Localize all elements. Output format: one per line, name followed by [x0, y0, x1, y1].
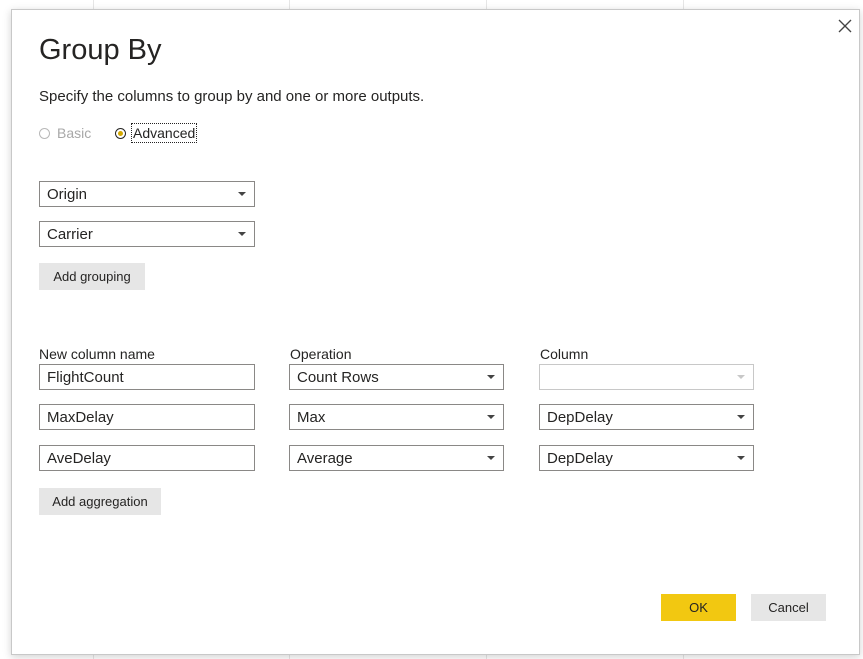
chevron-down-icon: [238, 192, 246, 196]
cancel-button[interactable]: Cancel: [751, 594, 826, 621]
basic-radio[interactable]: Basic: [39, 123, 91, 143]
chevron-down-icon: [487, 415, 495, 419]
column-select-value: DepDelay: [547, 449, 613, 467]
column-select[interactable]: DepDelay: [539, 445, 754, 471]
add-aggregation-button[interactable]: Add aggregation: [39, 488, 161, 515]
operation-select-value: Average: [297, 449, 353, 467]
grouping-select-value: Origin: [47, 185, 88, 203]
basic-radio-label: Basic: [57, 125, 92, 141]
operation-select[interactable]: Average: [289, 445, 504, 471]
chevron-down-icon: [238, 232, 246, 236]
new-column-name-input[interactable]: FlightCount: [39, 364, 255, 390]
radio-unchecked-icon: [39, 127, 50, 139]
radio-checked-icon: [115, 127, 126, 139]
header-operation: Operation: [290, 346, 352, 362]
new-column-name-input[interactable]: MaxDelay: [39, 404, 255, 430]
ok-button[interactable]: OK: [661, 594, 736, 621]
chevron-down-icon: [737, 456, 745, 460]
column-select[interactable]: DepDelay: [539, 404, 754, 430]
operation-select-value: Max: [297, 408, 326, 426]
advanced-radio[interactable]: Advanced: [115, 123, 198, 143]
column-select: [539, 364, 754, 390]
close-button[interactable]: [834, 15, 856, 37]
header-column: Column: [540, 346, 589, 362]
group-by-dialog: Group By Specify the columns to group by…: [11, 9, 860, 655]
dialog-subtitle: Specify the columns to group by and one …: [39, 88, 425, 105]
grouping-select-carrier[interactable]: Carrier: [39, 221, 255, 247]
column-select-value: DepDelay: [547, 408, 613, 426]
header-new-column-name: New column name: [39, 346, 155, 362]
close-icon: [838, 19, 852, 33]
chevron-down-icon: [737, 375, 745, 379]
chevron-down-icon: [737, 415, 745, 419]
operation-select[interactable]: Max: [289, 404, 504, 430]
chevron-down-icon: [487, 456, 495, 460]
add-grouping-button[interactable]: Add grouping: [39, 263, 145, 290]
dialog-title: Group By: [39, 34, 162, 66]
operation-select[interactable]: Count Rows: [289, 364, 504, 390]
operation-select-value: Count Rows: [297, 368, 379, 386]
grouping-select-origin[interactable]: Origin: [39, 181, 255, 207]
chevron-down-icon: [487, 375, 495, 379]
grouping-select-value: Carrier: [47, 225, 93, 243]
new-column-name-input[interactable]: AveDelay: [39, 445, 255, 471]
advanced-radio-label: Advanced: [130, 123, 198, 143]
